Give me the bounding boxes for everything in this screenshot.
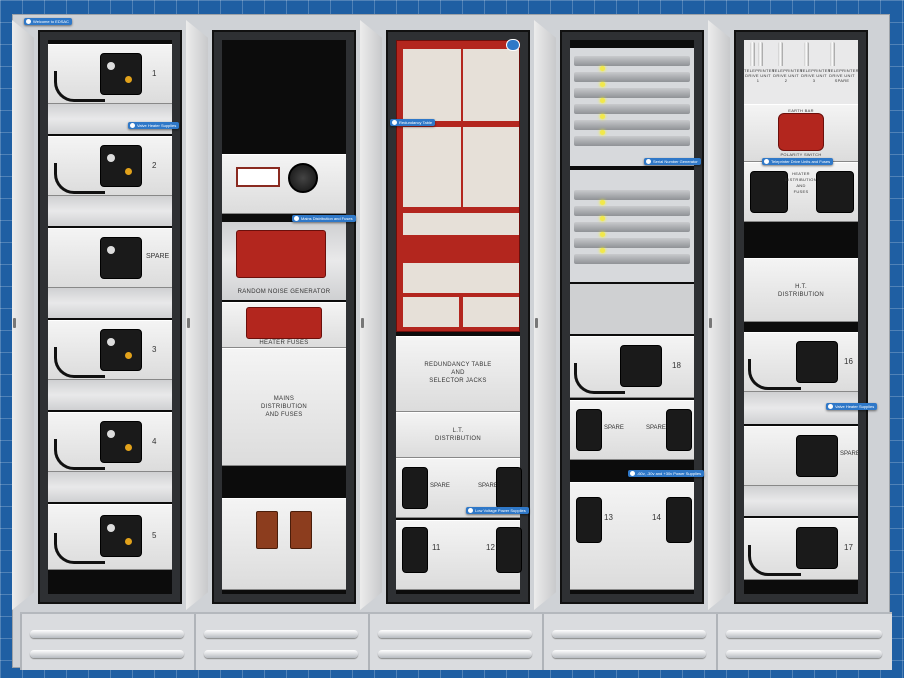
- heater-distribution-panel[interactable]: HEATER DISTRIBUTION AND FUSES: [744, 162, 858, 222]
- chassis-upper: [570, 48, 694, 166]
- mains-fuse-panel: [222, 498, 346, 590]
- unit-label: 11: [432, 543, 441, 552]
- power-supply-3[interactable]: 3: [48, 320, 172, 380]
- power-supply-18[interactable]: 18: [570, 336, 694, 398]
- bay-4: 18 SPARE SPARE 13 14: [560, 30, 704, 604]
- teleprinter-label: TELEPRINTER DRIVE UNIT 2: [772, 68, 803, 83]
- rotary-switch-icon[interactable]: [288, 163, 318, 193]
- info-tag-valve-heater-2[interactable]: Valve Heater Supplies: [826, 403, 878, 410]
- power-supply-16[interactable]: 16: [744, 332, 858, 392]
- power-supply-17[interactable]: 17: [744, 518, 858, 580]
- bay-2: RANDOM NOISE GENERATOR HEATER FUSES MAIN…: [212, 30, 356, 604]
- heater-fuses-panel[interactable]: HEATER FUSES: [222, 302, 346, 348]
- unit-label: 18: [672, 361, 681, 370]
- teleprinter-label: TELEPRINTER DRIVE UNIT 3: [800, 68, 831, 83]
- door-handle[interactable]: [187, 318, 190, 328]
- power-supply-4[interactable]: 4: [48, 412, 172, 472]
- bay-3: REDUNDANCY TABLE AND SELECTOR JACKS L.T.…: [386, 30, 530, 604]
- unit-label: SPARE: [146, 253, 170, 260]
- chassis-lower: [570, 170, 694, 282]
- power-supply-5[interactable]: 5: [48, 504, 172, 570]
- unit-label: 12: [486, 543, 495, 552]
- redundancy-label: REDUNDANCY TABLE AND SELECTOR JACKS: [424, 362, 492, 384]
- door-bay2[interactable]: [186, 20, 208, 610]
- unit-label: 13: [604, 513, 613, 522]
- door-handle[interactable]: [709, 318, 712, 328]
- door-left-bay1[interactable]: [12, 20, 34, 610]
- spare-label: SPARE: [430, 483, 450, 489]
- lt-label: L.T. DISTRIBUTION: [435, 428, 481, 442]
- ht-distribution-panel: H.T. DISTRIBUTION: [744, 258, 858, 322]
- info-tag-low-voltage[interactable]: Low Voltage Power Supplies: [466, 507, 529, 514]
- teleprinter-label: TELEPRINTER DRIVE UNIT 1: [744, 68, 775, 83]
- door-bay4[interactable]: [534, 20, 556, 610]
- unit-label: 16: [844, 357, 853, 366]
- redundancy-table-chassis: [396, 40, 520, 332]
- eye-icon[interactable]: [506, 39, 520, 51]
- power-supply-spare-bay5[interactable]: SPARE: [744, 426, 860, 486]
- unit-label: 4: [152, 437, 157, 446]
- power-supply-spare[interactable]: SPARE: [48, 228, 172, 288]
- door-handle[interactable]: [13, 318, 16, 328]
- door-bay5[interactable]: [708, 20, 730, 610]
- bay-5: TELEPRINTER DRIVE UNIT 1 TELEPRINTER DRI…: [734, 30, 868, 604]
- redundancy-label-panel: REDUNDANCY TABLE AND SELECTOR JACKS: [396, 336, 520, 412]
- ht-label: H.T. DISTRIBUTION: [778, 284, 824, 298]
- mains-label: MAINS DISTRIBUTION AND FUSES: [261, 396, 307, 418]
- earth-bar-panel: EARTH BAR POLARITY SWITCH: [744, 104, 858, 162]
- door-handle[interactable]: [535, 318, 538, 328]
- cabinet-base: [20, 612, 892, 670]
- plug-board[interactable]: [236, 230, 326, 278]
- low-voltage-supplies-panel[interactable]: 11 12: [396, 520, 522, 590]
- door-bay3[interactable]: [360, 20, 382, 610]
- unit-label: SPARE: [840, 451, 860, 457]
- info-tag-welcome[interactable]: Welcome to EDSAC: [24, 18, 72, 25]
- teleprinter-label: TELEPRINTER DRIVE UNIT SPARE: [828, 68, 859, 83]
- mains-fuse-icon[interactable]: [256, 511, 278, 549]
- mains-fuse-icon[interactable]: [290, 511, 312, 549]
- teleprinter-units[interactable]: TELEPRINTER DRIVE UNIT 1 TELEPRINTER DRI…: [744, 40, 859, 104]
- spare-label: SPARE: [604, 425, 624, 431]
- bay-1: 1 2 SPARE 3 4 5: [38, 30, 182, 604]
- door-handle[interactable]: [361, 318, 364, 328]
- info-tag-serial-number[interactable]: Serial Number Generator: [644, 158, 701, 165]
- spare-label: SPARE: [478, 483, 498, 489]
- unit-label: 2: [152, 161, 157, 170]
- info-tag-teleprinter[interactable]: Teleprinter Drive Units and Fuses: [762, 158, 834, 165]
- heater-fuse-block[interactable]: [246, 307, 322, 339]
- unit-label: 1: [152, 69, 157, 78]
- spare-label: SPARE: [646, 425, 666, 431]
- heater-label: HEATER DISTRIBUTION AND FUSES: [785, 171, 817, 194]
- spare-supplies-panel-bay4[interactable]: SPARE SPARE: [570, 400, 694, 460]
- info-tag-power-supplies[interactable]: -60v, -30v and +30v Power Supplies: [628, 470, 705, 477]
- mains-distribution-panel: MAINS DISTRIBUTION AND FUSES: [222, 348, 346, 466]
- earth-bar-block[interactable]: [778, 113, 824, 151]
- noise-generator-label: RANDOM NOISE GENERATOR: [237, 289, 331, 295]
- power-supply-1[interactable]: 1: [48, 44, 172, 104]
- info-tag-valve-heater[interactable]: Valve Heater Supplies: [128, 122, 180, 129]
- unit-label: 3: [152, 345, 157, 354]
- noise-generator-area: RANDOM NOISE GENERATOR: [222, 222, 346, 300]
- heater-fuses-label: HEATER FUSES: [259, 340, 309, 346]
- voltmeter-panel[interactable]: [222, 154, 346, 214]
- lt-distribution-panel: L.T. DISTRIBUTION: [396, 412, 520, 458]
- unit-label: 14: [652, 513, 661, 522]
- info-tag-mains[interactable]: Mains Distribution and Fuses: [292, 215, 356, 222]
- unit-label: 5: [152, 531, 157, 540]
- power-supply-2[interactable]: 2: [48, 136, 172, 196]
- info-tag-redundancy[interactable]: Redundancy Table: [390, 119, 436, 126]
- meter-icon: [236, 167, 280, 187]
- unit-label: 17: [844, 543, 853, 552]
- power-supplies-13-14[interactable]: 13 14: [570, 482, 694, 590]
